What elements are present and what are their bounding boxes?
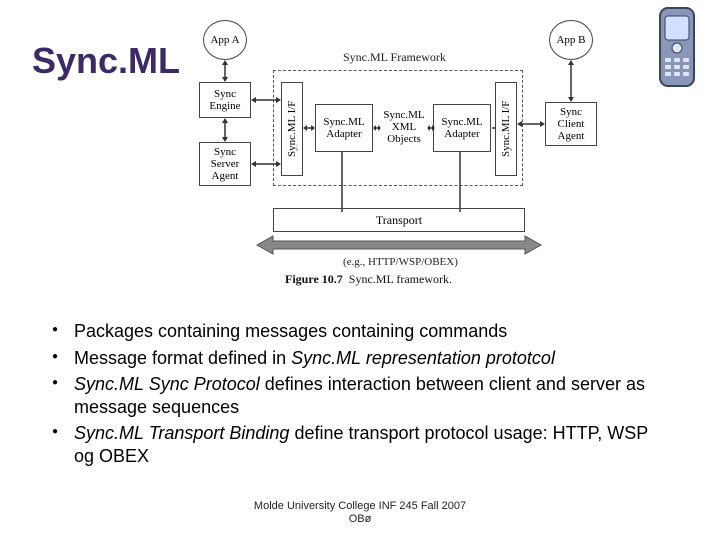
app-a-node: App A [203, 20, 247, 60]
footer-line2: OBø [349, 513, 372, 525]
footer-line1: Molde University College INF 245 Fall 20… [254, 500, 466, 512]
syncml-framework-diagram: Sync.ML Framework App A Sync Engine Sync… [165, 20, 635, 280]
app-b-node: App B [549, 20, 593, 60]
transport-box: Transport [273, 208, 525, 232]
syncml-if-right: Sync.ML I/F [495, 82, 517, 176]
slide-footer: Molde University College INF 245 Fall 20… [0, 500, 720, 526]
figure-caption-text: Sync.ML framework. [349, 272, 452, 286]
sync-client-agent-box: Sync Client Agent [545, 102, 597, 146]
bullet-2: Message format defined in Sync.ML repres… [52, 347, 672, 370]
framework-label: Sync.ML Framework [343, 50, 446, 65]
figure-caption: Figure 10.7 Sync.ML framework. [285, 272, 452, 287]
transport-examples-label: (e.g., HTTP/WSP/OBEX) [343, 256, 458, 268]
bullet-3-italic: Sync.ML Sync Protocol [74, 374, 260, 394]
bullet-4-italic: Sync.ML Transport Binding [74, 423, 289, 443]
bullet-list: Packages containing messages containing … [52, 320, 672, 471]
bullet-1: Packages containing messages containing … [52, 320, 672, 343]
syncml-xml-objects: Sync.ML XML Objects [379, 100, 429, 154]
syncml-adapter-right: Sync.ML Adapter [433, 104, 491, 152]
sync-engine-box: Sync Engine [199, 82, 251, 118]
figure-number: Figure 10.7 [285, 272, 343, 286]
sync-server-agent-box: Sync Server Agent [199, 142, 251, 186]
bullet-3: Sync.ML Sync Protocol defines interactio… [52, 373, 672, 418]
bullet-2-pre: Message format defined in [74, 348, 291, 368]
syncml-adapter-left: Sync.ML Adapter [315, 104, 373, 152]
transport-range-arrow [257, 236, 541, 254]
bullet-4: Sync.ML Transport Binding define transpo… [52, 422, 672, 467]
bullet-1-text: Packages containing messages containing … [74, 321, 507, 341]
bullet-2-italic: Sync.ML representation prototcol [291, 348, 555, 368]
slide: Sync.ML Sync.ML Framework App A Sync Eng… [0, 0, 720, 540]
mobile-phone-icon [652, 6, 702, 96]
syncml-if-left: Sync.ML I/F [281, 82, 303, 176]
slide-title: Sync.ML [32, 40, 180, 82]
